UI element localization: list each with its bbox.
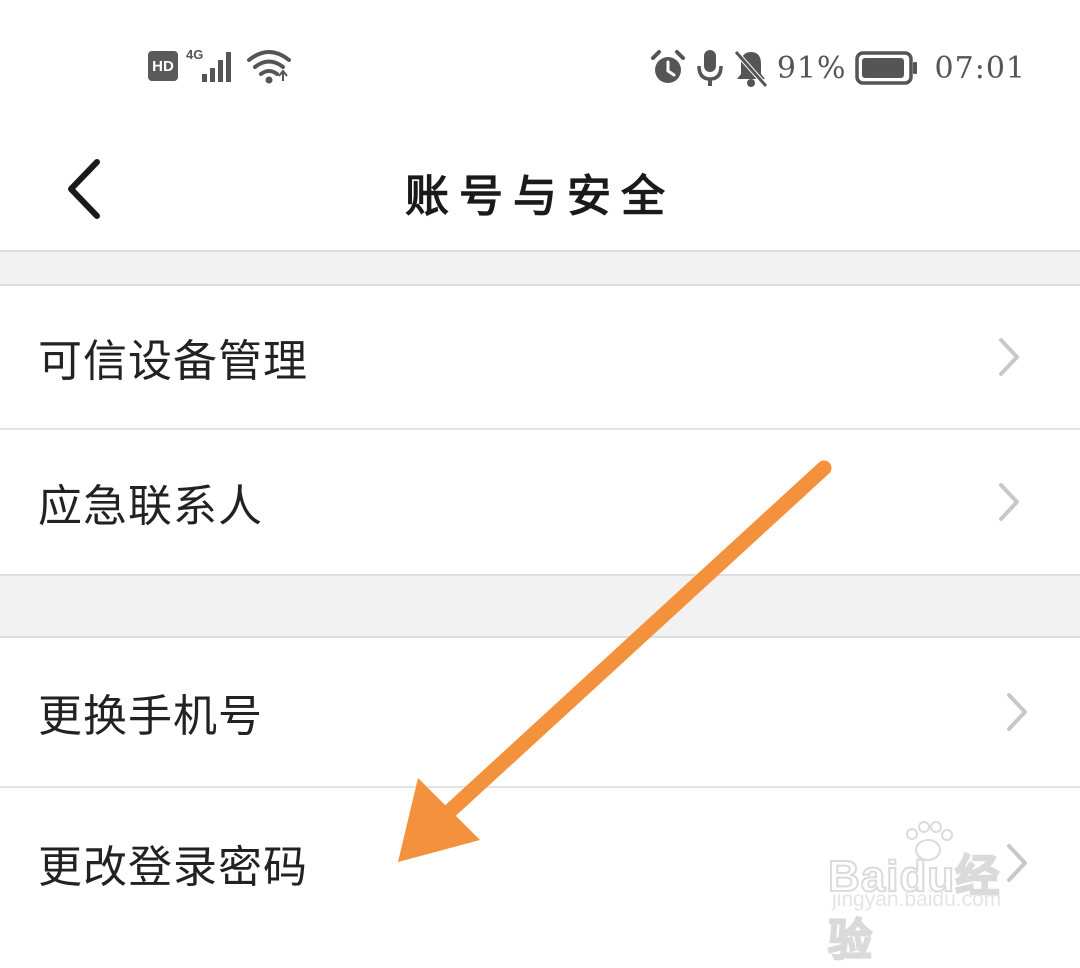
trusted-devices-item[interactable]: 可信设备管理 <box>0 286 1080 428</box>
clock: 07:01 <box>934 50 1026 86</box>
status-bar: HD 4G 91% 07:01 <box>0 0 1080 130</box>
page-title: 账号与安全 <box>405 171 675 222</box>
trusted-devices-label: 可信设备管理 <box>38 336 308 387</box>
section-gap <box>0 250 1080 286</box>
change-phone-item[interactable]: 更换手机号 <box>0 638 1080 786</box>
chevron-right-icon <box>999 483 1019 521</box>
alarm-icon <box>650 50 685 83</box>
network-type-label: 4G <box>186 47 203 62</box>
battery-percent: 91% <box>776 50 847 86</box>
section-gap <box>0 574 1080 638</box>
baidu-watermark: Baidu经验 jingyan.baidu.com <box>827 820 1028 966</box>
battery-fill <box>861 58 904 78</box>
battery-icon <box>854 51 917 85</box>
wifi-icon <box>247 50 291 84</box>
chevron-right-icon <box>1007 693 1027 731</box>
hd-icon: HD <box>148 51 178 81</box>
status-left: HD 4G <box>148 46 292 86</box>
change-password-label: 更改登录密码 <box>38 842 308 893</box>
bell-muted-icon <box>733 50 768 88</box>
change-phone-label: 更换手机号 <box>38 691 263 742</box>
page-header: 账号与安全 <box>0 130 1080 250</box>
emergency-contact-label: 应急联系人 <box>38 481 263 532</box>
watermark-url: jingyan.baidu.com <box>832 888 1002 911</box>
signal-icon: 4G <box>186 47 231 82</box>
chevron-right-icon <box>999 338 1019 376</box>
emergency-contact-item[interactable]: 应急联系人 <box>0 430 1080 574</box>
status-right: 91% 07:01 <box>649 46 1026 90</box>
microphone-icon <box>697 50 723 86</box>
